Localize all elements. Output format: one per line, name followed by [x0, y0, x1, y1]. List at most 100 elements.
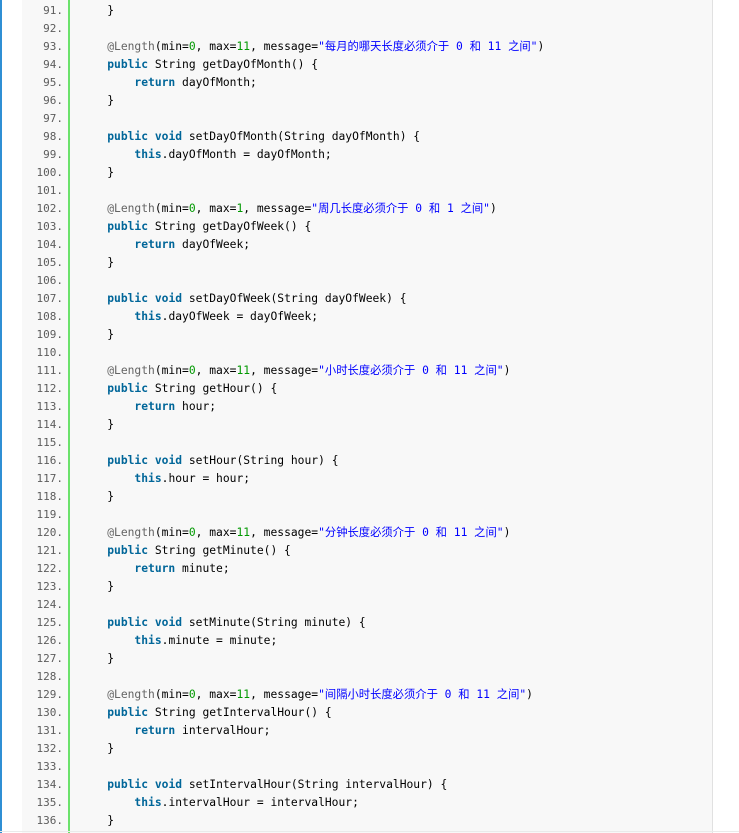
line-number: 119. — [36, 508, 64, 521]
number-token: 0 — [188, 202, 196, 215]
code-token: } — [80, 328, 115, 341]
code-token: (min= — [154, 40, 189, 53]
line-number: 93. — [43, 40, 63, 53]
annotation-token: @Length — [107, 364, 155, 377]
line-number: 116. — [36, 454, 64, 467]
line-number: 110. — [36, 346, 64, 359]
code-text: public void setHour(String hour) { — [80, 452, 338, 470]
keyword-token: return — [134, 400, 176, 413]
code-text: } — [80, 650, 114, 668]
code-token: (min= — [154, 526, 189, 539]
code-text: @Length(min=0, max=11, message="间隔小时长度必须… — [80, 686, 533, 704]
code-line: 102. @Length(min=0, max=1, message="周几长度… — [22, 200, 712, 218]
code-token: setDayOfMonth(String dayOfMonth) { — [182, 130, 421, 143]
code-token: minute; — [175, 562, 230, 575]
line-number: 125. — [36, 616, 64, 629]
code-line: 97. — [22, 110, 712, 128]
number-token: 0 — [188, 688, 196, 701]
line-number: 106. — [36, 274, 64, 287]
code-token: , max= — [195, 688, 237, 701]
keyword-token: public — [107, 382, 149, 395]
code-line: 133. — [22, 758, 712, 776]
code-text: } — [80, 92, 114, 110]
code-line: 107. public void setDayOfWeek(String day… — [22, 290, 712, 308]
line-number: 112. — [36, 382, 64, 395]
code-line: 108. this.dayOfWeek = dayOfWeek; — [22, 308, 712, 326]
code-line: 136. } — [22, 812, 712, 830]
code-text: return minute; — [80, 560, 230, 578]
code-token: , message= — [250, 526, 319, 539]
code-token: } — [80, 256, 115, 269]
keyword-token: public — [107, 130, 149, 143]
line-number: 128. — [36, 670, 64, 683]
line-number: 117. — [36, 472, 64, 485]
line-number: 98. — [43, 130, 63, 143]
code-token: } — [80, 652, 115, 665]
code-token: } — [80, 4, 115, 17]
code-line: 111. @Length(min=0, max=11, message="小时长… — [22, 362, 712, 380]
code-token: , message= — [250, 364, 319, 377]
code-line: 103. public String getDayOfWeek() { — [22, 218, 712, 236]
line-number: 130. — [36, 706, 64, 719]
keyword-token: public — [107, 58, 149, 71]
code-token: String getDayOfWeek() { — [148, 220, 312, 233]
code-text: @Length(min=0, max=11, message="小时长度必须介于… — [80, 362, 510, 380]
line-number: 114. — [36, 418, 64, 431]
code-token: intervalHour; — [175, 724, 271, 737]
code-line: 117. this.hour = hour; — [22, 470, 712, 488]
code-token: .dayOfMonth = dayOfMonth; — [161, 148, 332, 161]
line-number: 97. — [43, 112, 63, 125]
code-line: 96. } — [22, 92, 712, 110]
line-number: 123. — [36, 580, 64, 593]
code-line: 116. public void setHour(String hour) { — [22, 452, 712, 470]
line-number: 132. — [36, 742, 64, 755]
code-text: public void setIntervalHour(String inter… — [80, 776, 447, 794]
code-lines: 91. } 92. 93. @Length(min=0, max=11, messa… — [22, 2, 712, 830]
keyword-token: public — [107, 706, 149, 719]
code-text: public String getMinute() { — [80, 542, 291, 560]
code-text: @Length(min=0, max=11, message="分钟长度必须介于… — [80, 524, 510, 542]
line-number: 127. — [36, 652, 64, 665]
code-text: public String getHour() { — [80, 380, 277, 398]
code-line: 106. — [22, 272, 712, 290]
code-line: 127. } — [22, 650, 712, 668]
keyword-token: return — [134, 724, 176, 737]
code-line: 93. @Length(min=0, max=11, message="每月的哪… — [22, 38, 712, 56]
line-number: 108. — [36, 310, 64, 323]
code-text: public void setDayOfWeek(String dayOfWee… — [80, 290, 406, 308]
code-text: this.hour = hour; — [80, 470, 250, 488]
keyword-token: public — [107, 454, 149, 467]
line-number: 104. — [36, 238, 64, 251]
keyword-token: this — [134, 148, 162, 161]
code-token: ) — [489, 202, 497, 215]
code-line: 134. public void setIntervalHour(String … — [22, 776, 712, 794]
code-token: (min= — [154, 364, 189, 377]
code-token: } — [80, 490, 115, 503]
code-token: ) — [503, 364, 511, 377]
code-text: } — [80, 578, 114, 596]
code-line: 129. @Length(min=0, max=11, message="间隔小… — [22, 686, 712, 704]
code-token: , message= — [243, 202, 312, 215]
keyword-token: public — [107, 778, 149, 791]
line-number: 136. — [36, 814, 64, 827]
line-number: 124. — [36, 598, 64, 611]
code-line: 130. public String getIntervalHour() { — [22, 704, 712, 722]
line-number: 111. — [36, 364, 64, 377]
code-line: 132. } — [22, 740, 712, 758]
code-line: 118. } — [22, 488, 712, 506]
keyword-token: void — [154, 616, 183, 629]
keyword-token: public — [107, 220, 149, 233]
